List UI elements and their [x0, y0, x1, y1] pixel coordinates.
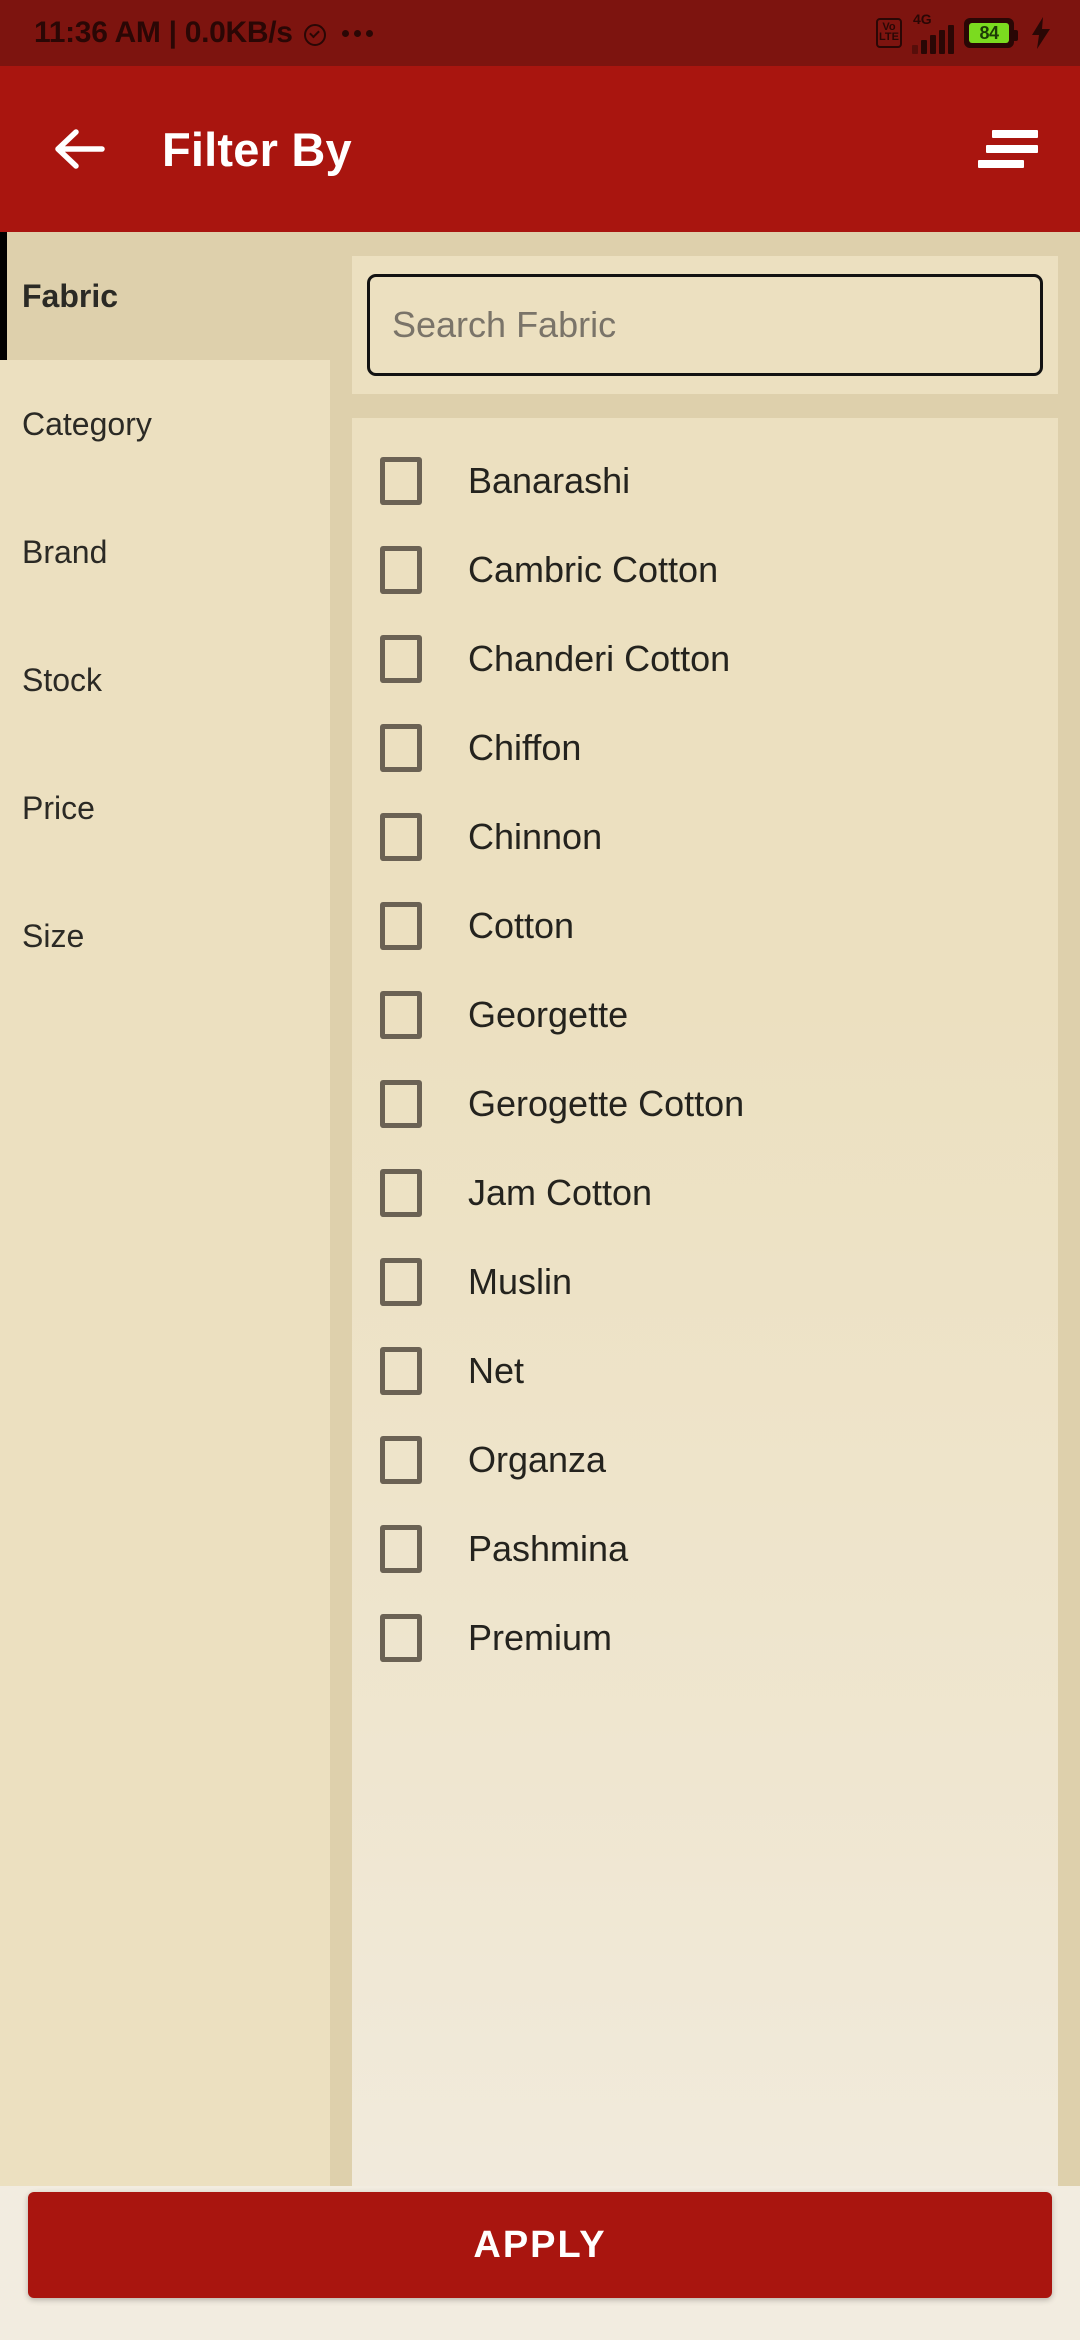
checkbox-unchecked-icon[interactable] [380, 1524, 422, 1573]
list-item[interactable]: Gerogette Cotton [352, 1059, 1058, 1148]
sidebar-item-label: Fabric [22, 277, 119, 314]
sidebar-item-brand[interactable]: Brand [0, 488, 330, 616]
checkbox-unchecked-icon[interactable] [380, 723, 422, 772]
charging-bolt-icon [1032, 17, 1050, 49]
list-item-label: Net [468, 1349, 525, 1391]
list-item-label: Cotton [468, 904, 575, 946]
volte-icon: Vo LTE [876, 18, 902, 48]
list-item[interactable]: Chinnon [352, 792, 1058, 881]
list-item[interactable]: Jam Cotton [352, 1148, 1058, 1237]
panel-edge-strip [1058, 232, 1080, 2340]
list-item-label: Organza [468, 1438, 607, 1480]
checkbox-unchecked-icon[interactable] [380, 545, 422, 594]
list-item-label: Jam Cotton [468, 1171, 653, 1213]
checkbox-unchecked-icon[interactable] [380, 1346, 422, 1395]
list-item[interactable]: Banarashi [352, 436, 1058, 525]
list-item[interactable]: Net [352, 1326, 1058, 1415]
sidebar-item-price[interactable]: Price [0, 744, 330, 872]
list-item-label: Chanderi Cotton [468, 637, 731, 679]
battery-icon: 84 [964, 18, 1018, 48]
status-bar-right: Vo LTE 4G 84 [876, 12, 1050, 54]
footer-bar: APPLY [0, 2186, 1080, 2340]
list-item-label: Pashmina [468, 1527, 629, 1569]
list-item[interactable]: Organza [352, 1415, 1058, 1504]
sidebar-item-label: Brand [22, 533, 108, 570]
checkbox-unchecked-icon[interactable] [380, 812, 422, 861]
fabric-options-list[interactable]: Banarashi Cambric Cotton Chanderi Cotton… [352, 418, 1058, 2340]
status-clock: 11:36 AM | 0.0KB/s [34, 16, 293, 49]
checkbox-unchecked-icon[interactable] [380, 1079, 422, 1128]
list-item-label: Cambric Cotton [468, 548, 719, 590]
list-item[interactable]: Cambric Cotton [352, 525, 1058, 614]
more-dots-icon [341, 29, 373, 37]
volte-bottom-text: LTE [879, 31, 899, 43]
list-item-label: Banarashi [468, 459, 631, 501]
page-title: Filter By [162, 122, 352, 176]
sidebar-item-stock[interactable]: Stock [0, 616, 330, 744]
checkbox-unchecked-icon[interactable] [380, 1168, 422, 1217]
list-item[interactable]: Pashmina [352, 1504, 1058, 1593]
signal-strength-icon: 4G [912, 12, 954, 54]
sidebar-item-category[interactable]: Category [0, 360, 330, 488]
sidebar-item-size[interactable]: Size [0, 872, 330, 1000]
checkbox-unchecked-icon[interactable] [380, 901, 422, 950]
list-item-label: Chinnon [468, 815, 603, 857]
sidebar-item-label: Price [22, 789, 95, 826]
sidebar-item-fabric[interactable]: Fabric [0, 232, 330, 360]
alarm-clock-icon [302, 20, 329, 47]
sidebar-item-label: Category [22, 405, 152, 442]
checkbox-unchecked-icon[interactable] [380, 1257, 422, 1306]
list-item[interactable]: Muslin [352, 1237, 1058, 1326]
list-item-label: Chiffon [468, 726, 582, 768]
checkbox-unchecked-icon[interactable] [380, 990, 422, 1039]
list-item-label: Muslin [468, 1260, 573, 1302]
network-type-label: 4G [913, 11, 932, 27]
sidebar-item-label: Stock [22, 661, 103, 698]
list-item[interactable]: Cotton [352, 881, 1058, 970]
checkbox-unchecked-icon[interactable] [380, 634, 422, 683]
list-item-label: Gerogette Cotton [468, 1082, 745, 1124]
search-input[interactable] [392, 304, 1018, 346]
apply-button[interactable]: APPLY [28, 2192, 1052, 2298]
filter-content: Fabric Category Brand Stock Price Size S… [0, 232, 1080, 2340]
sidebar-item-label: Size [22, 917, 85, 954]
list-item[interactable]: Chanderi Cotton [352, 614, 1058, 703]
list-item-label: Georgette [468, 993, 629, 1035]
status-bar: 11:36 AM | 0.0KB/s Vo LTE 4G 84 [0, 0, 1080, 66]
filter-category-sidebar: Fabric Category Brand Stock Price Size [0, 232, 330, 2340]
app-bar: Filter By [0, 66, 1080, 232]
status-bar-left: 11:36 AM | 0.0KB/s [34, 16, 373, 50]
list-item[interactable]: Premium [352, 1593, 1058, 1682]
filter-options-panel: Banarashi Cambric Cotton Chanderi Cotton… [330, 232, 1080, 2340]
search-card [352, 256, 1058, 394]
checkbox-unchecked-icon[interactable] [380, 1613, 422, 1662]
list-item[interactable]: Georgette [352, 970, 1058, 1059]
search-box[interactable] [367, 274, 1043, 376]
list-item-label: Premium [468, 1616, 613, 1658]
back-arrow-icon[interactable] [50, 121, 106, 177]
list-item[interactable]: Chiffon [352, 703, 1058, 792]
checkbox-unchecked-icon[interactable] [380, 456, 422, 505]
battery-percent-label: 84 [979, 22, 999, 43]
checkbox-unchecked-icon[interactable] [380, 1435, 422, 1484]
hamburger-menu-icon[interactable] [978, 127, 1038, 171]
filter-by-screen: 11:36 AM | 0.0KB/s Vo LTE 4G 84 Filter B… [0, 0, 1080, 2340]
